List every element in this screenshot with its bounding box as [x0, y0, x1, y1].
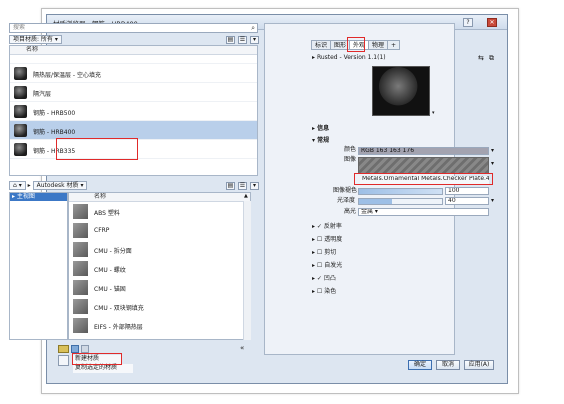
- highlights-label: 高光: [344, 208, 357, 215]
- column-header-name: 名称: [69, 193, 250, 202]
- image-fade-value[interactable]: 100: [445, 187, 489, 195]
- list-item-label: 隔汽层: [33, 91, 52, 98]
- material-swatch: [73, 261, 88, 276]
- close-button[interactable]: ✕: [487, 18, 497, 27]
- image-thumbnail[interactable]: [358, 157, 489, 174]
- column-header-name: 名称: [10, 46, 257, 55]
- material-swatch: [73, 223, 88, 238]
- highlight-appearance-tab: [347, 37, 365, 52]
- library-breadcrumb[interactable]: Autodesk 材质 ▾: [32, 181, 88, 190]
- ok-button[interactable]: 确定: [408, 360, 432, 370]
- asset-header: ▸ Rusted - Version 1.1(1): [312, 54, 386, 61]
- material-swatch: [73, 280, 88, 295]
- section-transparency[interactable]: ▸ ☐ 透明度: [312, 236, 342, 245]
- project-filter-bar: 项目材质: 所有 ▾: [9, 35, 62, 45]
- material-swatch: [14, 124, 27, 137]
- cancel-button[interactable]: 取消: [436, 360, 460, 370]
- menu-item-duplicate-material[interactable]: 复制选定的材质: [73, 364, 133, 373]
- section-information[interactable]: ▸ 信息: [312, 125, 329, 134]
- search-input[interactable]: 搜索 ⌕: [9, 23, 258, 33]
- highlights-select[interactable]: 金属 ▾: [358, 208, 489, 216]
- library-materials-list: 名称 ABS 塑料 CFRP CMU - 拆分面 CMU - 螺纹 CMU - …: [68, 192, 251, 340]
- section-self-illumination[interactable]: ▸ ☐ 自发光: [312, 262, 342, 271]
- library-nav-bar: ⌂ ▾ ▸ Autodesk 材质 ▾: [9, 181, 88, 191]
- material-swatch: [14, 105, 27, 118]
- list-item[interactable]: CFRP: [69, 221, 250, 240]
- material-swatch: [73, 318, 88, 333]
- project-filter-label: 项目材质: 所有: [13, 36, 53, 43]
- material-swatch: [14, 86, 27, 99]
- image-label: 图像: [344, 156, 357, 163]
- home-icon: ⌂: [13, 182, 17, 189]
- preview-dropdown-icon[interactable]: ▾: [432, 110, 435, 116]
- search-icon[interactable]: ⌕: [251, 24, 255, 32]
- replace-asset-icon[interactable]: ⇆: [478, 54, 484, 62]
- list-item[interactable]: 隔汽层: [10, 83, 257, 102]
- breadcrumb-separator: ▸: [27, 182, 31, 189]
- list-view-icon[interactable]: ☰: [238, 182, 247, 190]
- list-item[interactable]: 隔热层/保温层 - 空心填充: [10, 64, 257, 83]
- image-fade-label: 图像褪色: [333, 187, 358, 194]
- project-filter-dropdown[interactable]: 项目材质: 所有 ▾: [9, 35, 62, 44]
- material-swatch: [14, 67, 27, 80]
- glossiness-slider[interactable]: [358, 198, 443, 205]
- collapse-panel-icon[interactable]: «: [240, 344, 244, 352]
- highlight-new-material: [72, 353, 122, 365]
- list-item-label: 隔热层/保温层 - 空心填充: [33, 72, 102, 79]
- asset-icon: ▸: [312, 54, 316, 61]
- list-item[interactable]: CMU - 锚固: [69, 278, 250, 297]
- scroll-up-icon[interactable]: ▲: [244, 193, 248, 199]
- highlight-selected-material: [56, 138, 138, 160]
- list-item[interactable]: CMU - 拆分面: [69, 240, 250, 259]
- list-item[interactable]: CMU - 螺纹: [69, 259, 250, 278]
- material-swatch: [73, 299, 88, 314]
- tab-identity[interactable]: 标识: [311, 40, 332, 50]
- tab-physical[interactable]: 物理: [368, 40, 389, 50]
- apply-button[interactable]: 应用(A): [464, 360, 494, 370]
- section-generic[interactable]: ▾ 常规: [312, 137, 329, 146]
- view-menu-icon[interactable]: ▾: [250, 36, 259, 44]
- section-cutouts[interactable]: ▸ ☐ 剪切: [312, 249, 336, 258]
- tree-item-home[interactable]: ▸ 主视图: [10, 193, 67, 201]
- list-item[interactable]: 钢筋 - HRB500: [10, 102, 257, 121]
- material-swatch: [73, 204, 88, 219]
- highlight-image-path: [354, 173, 493, 185]
- material-preview[interactable]: [372, 66, 430, 116]
- list-view-icon[interactable]: ☰: [238, 36, 247, 44]
- color-label: 颜色: [344, 146, 357, 153]
- library-tree: ▸ 主视图: [9, 192, 68, 340]
- material-swatch: [73, 242, 88, 257]
- list-item[interactable]: CMU - 双块钢填充: [69, 297, 250, 316]
- color-field[interactable]: RGB 163 163 176: [358, 147, 489, 155]
- list-item[interactable]: ABS 塑料: [69, 202, 250, 221]
- list-item-label: 钢筋 - HRB500: [33, 110, 76, 117]
- material-swatch: [14, 143, 27, 156]
- image-fade-slider[interactable]: [358, 188, 443, 195]
- list-item[interactable]: EIFS - 外部隔热层: [69, 316, 250, 335]
- grid-view-icon[interactable]: ▤: [226, 182, 235, 190]
- asset-name: Rusted - Version 1.1(1): [316, 54, 386, 61]
- add-asset-button[interactable]: +: [387, 40, 401, 50]
- glossiness-dropdown-icon[interactable]: ▾: [491, 197, 494, 204]
- search-placeholder: 搜索: [13, 24, 26, 31]
- section-reflectivity[interactable]: ▸ ✓ 反射率: [312, 223, 342, 232]
- new-material-icon[interactable]: [71, 345, 79, 353]
- duplicate-asset-icon[interactable]: ⧉: [489, 54, 494, 63]
- dropdown-icon[interactable]: [81, 345, 89, 353]
- show-hide-library-icon[interactable]: [58, 355, 69, 366]
- scrollbar[interactable]: [243, 201, 251, 340]
- section-bump[interactable]: ▸ ✓ 凹凸: [312, 275, 336, 284]
- list-item-label: 钢筋 - HRB400: [33, 129, 76, 136]
- view-menu-icon[interactable]: ▾: [250, 182, 259, 190]
- grid-view-icon[interactable]: ▤: [226, 36, 235, 44]
- glossiness-label: 光泽度: [337, 197, 356, 204]
- section-tint[interactable]: ▸ ☐ 染色: [312, 288, 336, 297]
- image-dropdown-icon[interactable]: ▾: [491, 160, 494, 167]
- home-dropdown[interactable]: ⌂ ▾: [9, 181, 26, 190]
- help-button[interactable]: ?: [463, 18, 473, 27]
- color-dropdown-icon[interactable]: ▾: [491, 147, 494, 154]
- glossiness-value[interactable]: 40: [445, 197, 489, 205]
- list-item[interactable]: [10, 55, 257, 64]
- folder-icon[interactable]: [58, 345, 69, 353]
